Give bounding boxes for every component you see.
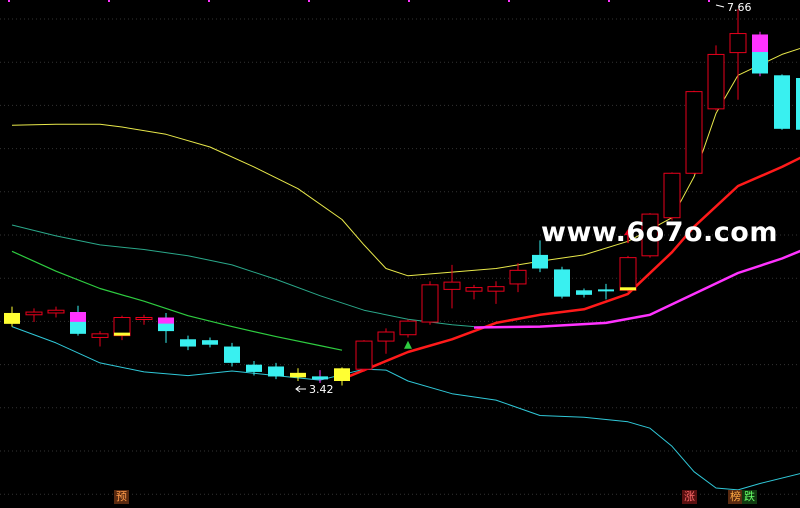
candle-body — [685, 91, 703, 174]
line-green — [11, 250, 343, 351]
top-dot — [508, 0, 510, 2]
candle-body — [663, 172, 681, 219]
high-pointer — [715, 4, 725, 8]
candle-body — [421, 284, 439, 323]
candle-body — [576, 290, 592, 295]
badge-die[interactable]: 跌 — [742, 490, 757, 504]
candle-body — [47, 309, 65, 314]
candle-bottom-overlay — [620, 287, 636, 291]
candle-body — [796, 78, 800, 130]
candle-top-overlay — [158, 317, 174, 324]
buy-signal-triangle — [404, 340, 412, 349]
candle-body — [334, 368, 350, 381]
candles-layer — [4, 9, 800, 386]
badge-bang[interactable]: 榜 — [728, 490, 743, 504]
candle-body — [180, 339, 196, 347]
candle-bottom-overlay — [752, 52, 768, 74]
candle-body — [707, 53, 725, 110]
candle-body — [598, 289, 614, 292]
top-dot — [308, 0, 310, 2]
badge-yu[interactable]: 预 — [114, 490, 129, 504]
candle-body — [774, 75, 790, 129]
line-ma_red — [341, 156, 800, 381]
candle-bottom-overlay — [312, 376, 328, 380]
badge-zhang[interactable]: 涨 — [682, 490, 697, 504]
top-dot — [108, 0, 110, 2]
high-price-label: 7.66 — [727, 1, 752, 14]
candle-body — [268, 366, 284, 377]
candle-body — [509, 269, 527, 285]
kline-chart[interactable]: 7.66 3.42 www.6o7o.com 预 涨 榜 跌 — [0, 0, 800, 508]
top-dot — [708, 0, 710, 2]
candle-body — [443, 281, 461, 290]
low-price-label: 3.42 — [309, 383, 334, 396]
candle-body — [91, 333, 109, 338]
line-band_lower — [11, 326, 800, 491]
candle-body — [4, 312, 20, 324]
watermark-text: www.6o7o.com — [541, 217, 778, 248]
indicator-lines — [11, 47, 800, 491]
candle-body — [25, 311, 43, 316]
line-teal — [11, 224, 475, 328]
candle-bottom-overlay — [114, 332, 130, 336]
chart-canvas: 7.66 3.42 — [0, 0, 800, 495]
candle-body — [487, 286, 505, 292]
candle-body — [619, 257, 637, 291]
line-ma_magenta — [473, 249, 800, 329]
candle-body — [399, 320, 417, 336]
candle-body — [554, 269, 570, 297]
candle-body — [355, 340, 373, 370]
candle-body — [224, 346, 240, 363]
top-dot — [208, 0, 210, 2]
candle-body — [135, 317, 153, 320]
top-dot — [408, 0, 410, 2]
candle-body — [729, 33, 747, 54]
candle-top-overlay — [70, 312, 86, 322]
candle-body — [532, 254, 548, 269]
top-dot — [8, 0, 10, 2]
candle-body — [246, 364, 262, 372]
candle-body — [290, 372, 306, 378]
candle-body — [465, 287, 483, 292]
candle-body — [202, 340, 218, 345]
top-dot — [608, 0, 610, 2]
candle-body — [377, 331, 395, 342]
